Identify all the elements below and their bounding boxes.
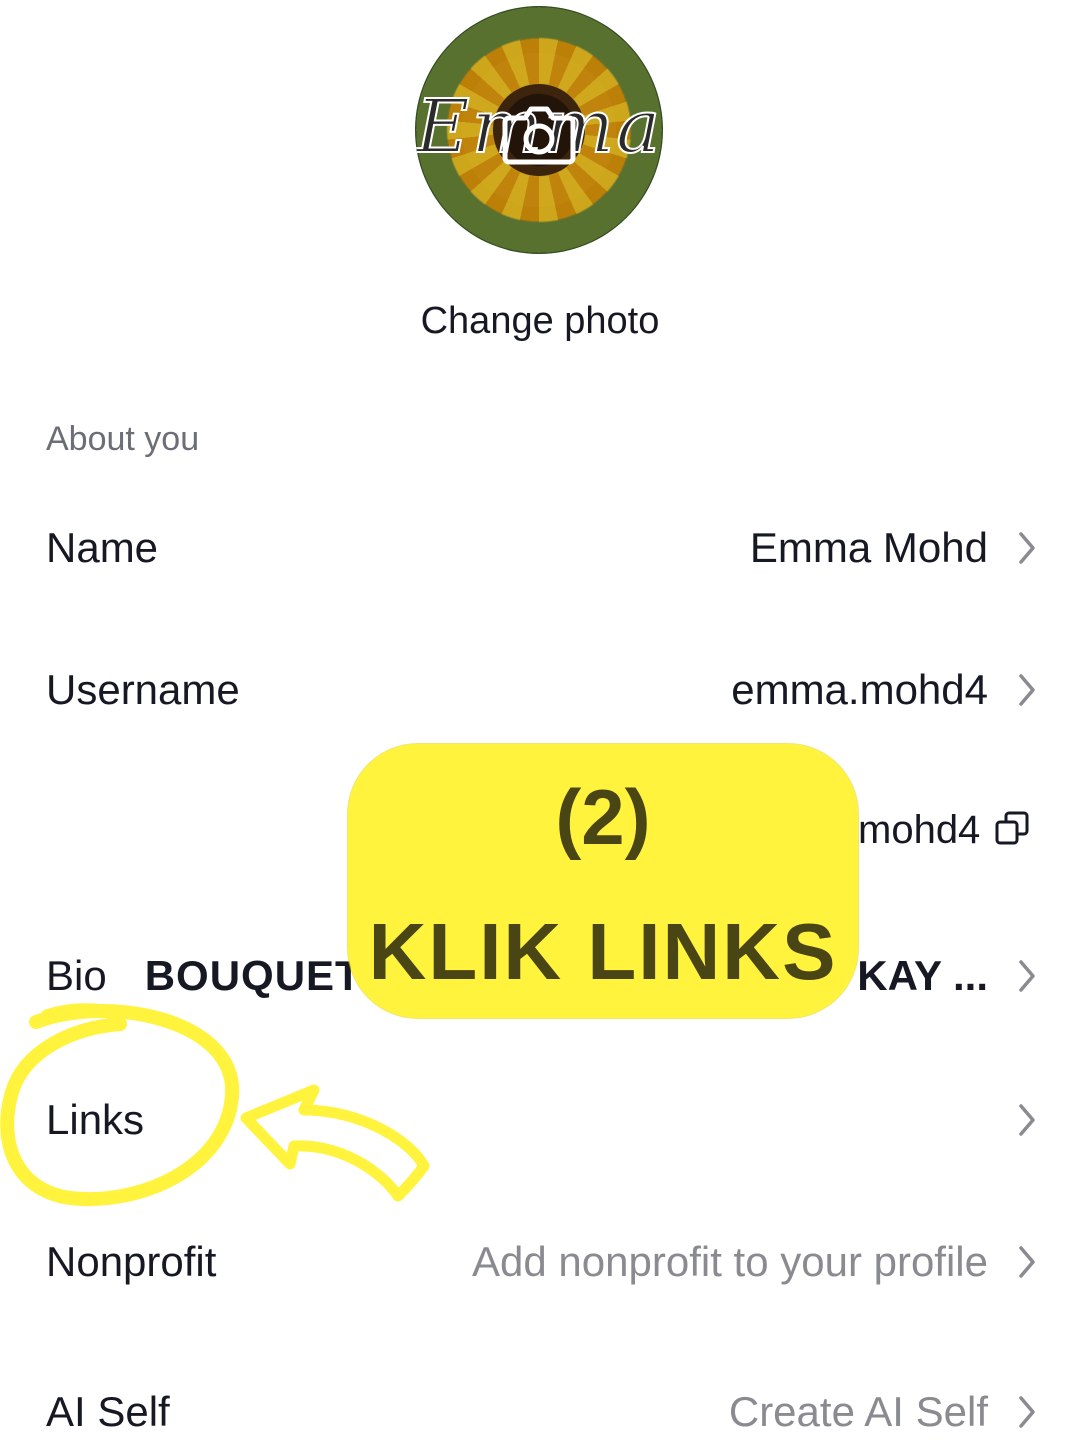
instruction-text: KLIK LINKS xyxy=(368,907,838,996)
row-name[interactable]: Name Emma Mohd xyxy=(46,508,1036,588)
row-nonprofit[interactable]: Nonprofit Add nonprofit to your profile xyxy=(46,1222,1036,1302)
row-ai-self[interactable]: AI Self Create AI Self xyxy=(46,1372,1036,1452)
change-photo-link[interactable]: Change photo xyxy=(0,300,1080,343)
chevron-right-icon xyxy=(1000,959,1036,993)
avatar[interactable]: Emma xyxy=(415,6,663,254)
row-name-value: Emma Mohd xyxy=(749,524,988,571)
row-bio-value-end: KAY ... xyxy=(857,952,988,999)
row-ai-self-label: AI Self xyxy=(46,1388,170,1435)
row-bio-value-start: BOUQUET xyxy=(144,952,362,999)
instruction-callout: (2) KLIK LINKS xyxy=(348,744,858,1018)
row-ai-self-value: Create AI Self xyxy=(728,1388,988,1435)
row-tiktok-id-value: mohd4 xyxy=(858,807,981,852)
copy-icon[interactable] xyxy=(994,810,1030,851)
row-nonprofit-value: Add nonprofit to your profile xyxy=(472,1238,988,1285)
section-title: About you xyxy=(46,420,200,458)
chevron-right-icon xyxy=(1000,531,1036,565)
instruction-step-number: (2) xyxy=(555,773,651,861)
row-tiktok-id[interactable]: mohd4 xyxy=(858,800,1048,860)
chevron-right-icon xyxy=(1000,673,1036,707)
row-bio-label: Bio xyxy=(46,952,107,999)
row-name-label: Name xyxy=(46,524,159,571)
row-username[interactable]: Username emma.mohd4 xyxy=(46,650,1036,730)
chevron-right-icon xyxy=(1000,1245,1036,1279)
annotation-circle-arrow xyxy=(0,1003,430,1206)
camera-icon[interactable] xyxy=(499,100,579,170)
chevron-right-icon xyxy=(1000,1103,1036,1137)
row-username-label: Username xyxy=(46,666,240,713)
row-nonprofit-label: Nonprofit xyxy=(46,1238,217,1285)
chevron-right-icon xyxy=(1000,1395,1036,1429)
row-username-value: emma.mohd4 xyxy=(731,666,988,713)
